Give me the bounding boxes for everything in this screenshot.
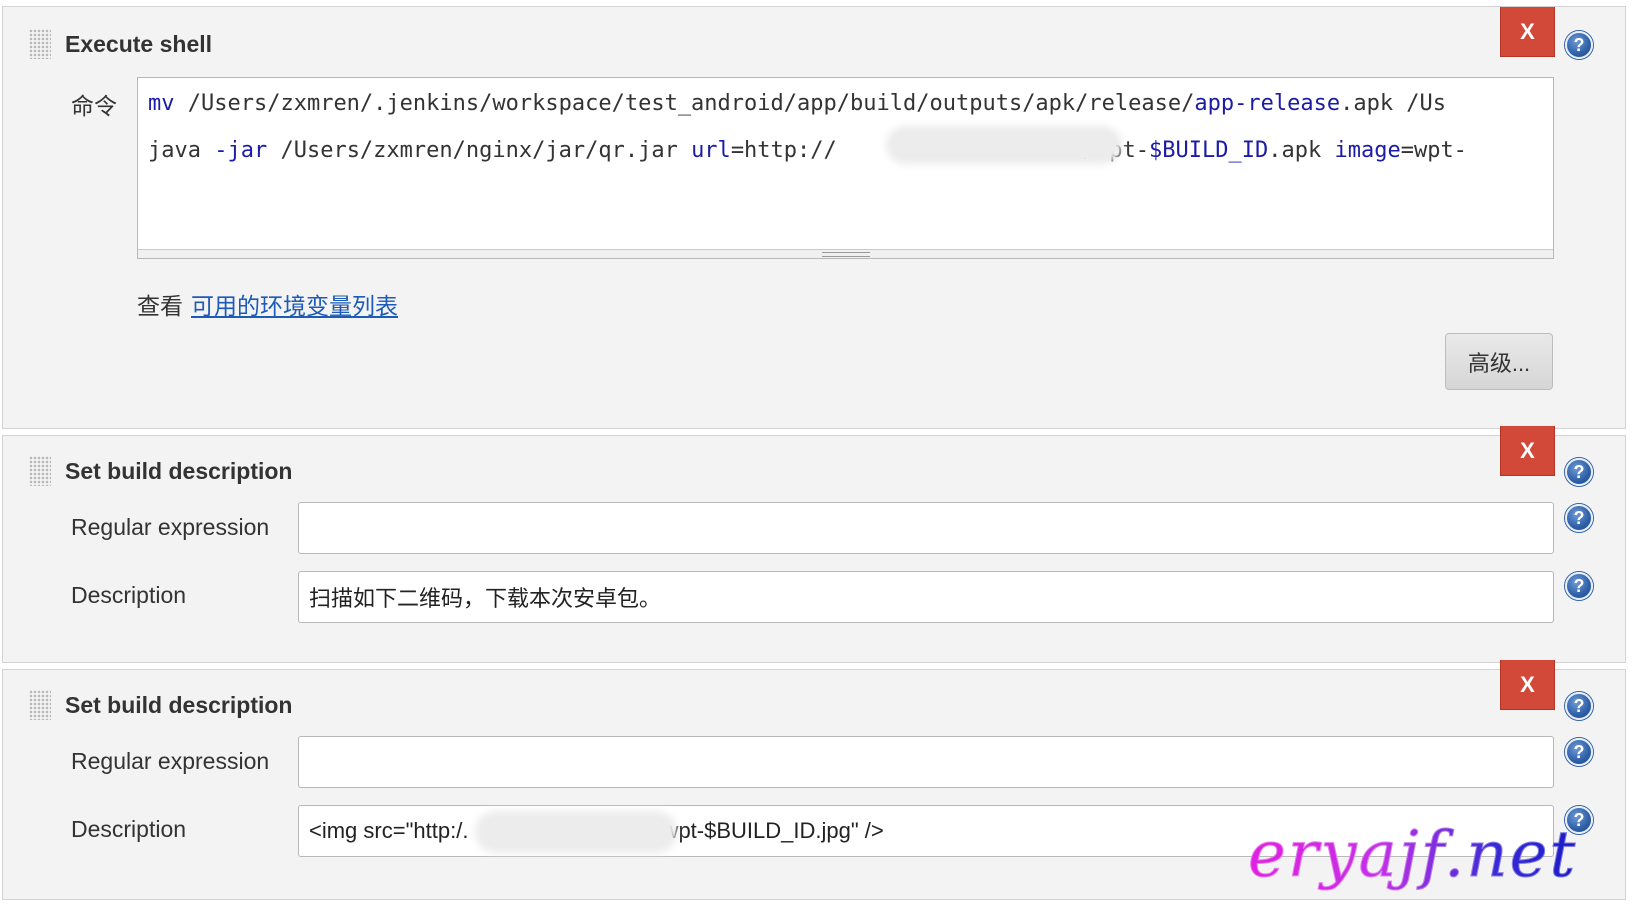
regex-label: Regular expression <box>71 748 270 774</box>
section-title: Execute shell <box>65 31 213 57</box>
advanced-button[interactable]: 高级... <box>1445 333 1553 390</box>
help-icon[interactable]: ? <box>1565 572 1593 600</box>
command-label: 命令 <box>71 93 117 119</box>
delete-step-button[interactable]: X <box>1500 7 1555 57</box>
env-vars-row: 查看 可用的环境变量列表 <box>137 293 398 319</box>
section-title: Set build description <box>65 692 293 718</box>
watermark-text: eryajf.net <box>1247 818 1578 893</box>
redaction-blur <box>892 132 1116 158</box>
description-input[interactable]: 扫描如下二维码，下载本次安卓包。 <box>298 571 1554 623</box>
regex-input[interactable] <box>298 736 1554 788</box>
resize-grip-icon[interactable] <box>821 252 870 257</box>
description-label: Description <box>71 582 187 608</box>
regex-input[interactable] <box>298 502 1554 554</box>
help-icon[interactable]: ? <box>1565 458 1593 486</box>
delete-step-button[interactable]: X <box>1500 426 1555 476</box>
textarea-resize-bar[interactable] <box>138 249 1553 258</box>
drag-handle-icon[interactable] <box>29 29 51 59</box>
help-icon[interactable]: ? <box>1565 504 1593 532</box>
help-icon[interactable]: ? <box>1565 31 1593 59</box>
set-build-description-section: Set build description X ? Regular expres… <box>2 426 1626 663</box>
drag-handle-icon[interactable] <box>29 690 51 720</box>
redaction-blur <box>481 817 671 847</box>
description-label: Description <box>71 816 187 842</box>
env-vars-link[interactable]: 可用的环境变量列表 <box>191 293 398 319</box>
section-title: Set build description <box>65 458 293 484</box>
command-line-2: java -jar /Users/zxmren/nginx/jar/qr.jar… <box>148 138 1467 163</box>
delete-step-button[interactable]: X <box>1500 660 1555 710</box>
help-icon[interactable]: ? <box>1565 692 1593 720</box>
regex-label: Regular expression <box>71 514 270 540</box>
help-icon[interactable]: ? <box>1565 738 1593 766</box>
drag-handle-icon[interactable] <box>29 456 51 486</box>
command-textarea[interactable]: mv /Users/zxmren/.jenkins/workspace/test… <box>137 77 1554 259</box>
command-line-1: mv /Users/zxmren/.jenkins/workspace/test… <box>148 91 1447 116</box>
execute-shell-section: Execute shell X ? 命令 mv /Users/zxmren/.j… <box>2 6 1626 429</box>
